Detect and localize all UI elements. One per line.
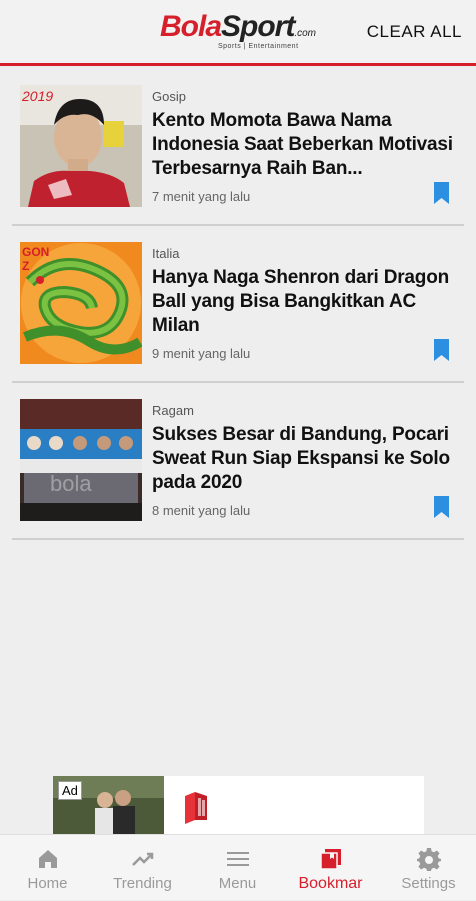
bookmark-icon[interactable] — [434, 339, 449, 361]
nav-label: Home — [27, 875, 68, 892]
trending-icon — [131, 852, 153, 866]
bookmark-icon[interactable] — [434, 496, 449, 518]
article-time: 8 menit yang lalu — [152, 503, 251, 518]
ad-banner[interactable]: Ad — [53, 776, 424, 834]
clear-all-button[interactable]: CLEAR ALL — [367, 22, 462, 42]
logo-tagline: Sports | Entertainment — [218, 43, 299, 50]
article-thumbnail[interactable]: 2019 — [20, 85, 142, 207]
article-category: Italia — [152, 246, 180, 261]
list-item[interactable]: 2019 Gosip Kento Momota Bawa Nama Indone… — [0, 69, 476, 226]
nav-item-bookmark[interactable]: Bookmar — [283, 835, 378, 901]
article-title[interactable]: Hanya Naga Shenron dari Dragon Ball yang… — [152, 266, 464, 338]
article-title[interactable]: Kento Momota Bawa Nama Indonesia Saat Be… — [152, 109, 464, 181]
article-category: Gosip — [152, 89, 186, 104]
home-icon — [38, 850, 57, 868]
divider — [12, 538, 464, 540]
thumb-text: 2019 — [21, 88, 53, 104]
logo-text-com: .com — [294, 28, 317, 39]
nav-item-settings[interactable]: Settings — [381, 835, 476, 901]
article-category: Ragam — [152, 403, 194, 418]
app-header: BolaSport.com Sports | Entertainment CLE… — [0, 0, 476, 66]
logo-text-sport: Sport — [221, 10, 295, 43]
svg-text:bola: bola — [50, 471, 92, 496]
bottom-navigation: Home Trending Menu Bookmar Settings — [0, 834, 476, 900]
settings-icon — [416, 848, 441, 871]
nav-label: Menu — [218, 875, 257, 892]
nav-label: Trending — [113, 875, 172, 892]
ad-image[interactable]: Ad — [53, 776, 164, 834]
nav-item-trending[interactable]: Trending — [95, 835, 190, 901]
list-item[interactable]: bola Ragam Sukses Besar di Bandung, Poca… — [0, 383, 476, 540]
bookmark-icon[interactable] — [434, 182, 449, 204]
article-time: 7 menit yang lalu — [152, 189, 251, 204]
article-thumbnail[interactable]: GON Z — [20, 242, 142, 364]
article-time: 9 menit yang lalu — [152, 346, 251, 361]
article-thumbnail[interactable]: bola — [20, 399, 142, 521]
menu-icon — [226, 852, 249, 866]
bookmark-icon — [319, 849, 341, 870]
bookmark-list: 2019 Gosip Kento Momota Bawa Nama Indone… — [0, 69, 476, 540]
article-title[interactable]: Sukses Besar di Bandung, Pocari Sweat Ru… — [152, 423, 464, 495]
logo-text-bola: Bola — [160, 10, 222, 43]
nav-item-menu[interactable]: Menu — [190, 835, 285, 901]
bolasport-logo[interactable]: BolaSport.com Sports | Entertainment — [160, 12, 320, 54]
list-item[interactable]: GON Z Italia Hanya Naga Shenron dari Dra… — [0, 226, 476, 383]
svg-text:Z: Z — [22, 259, 29, 273]
nav-label: Settings — [401, 875, 456, 892]
ad-logo-icon — [185, 792, 207, 824]
ad-badge: Ad — [58, 781, 82, 800]
svg-text:GON: GON — [22, 245, 49, 259]
nav-label: Bookmar — [298, 875, 363, 892]
nav-item-home[interactable]: Home — [0, 835, 95, 901]
